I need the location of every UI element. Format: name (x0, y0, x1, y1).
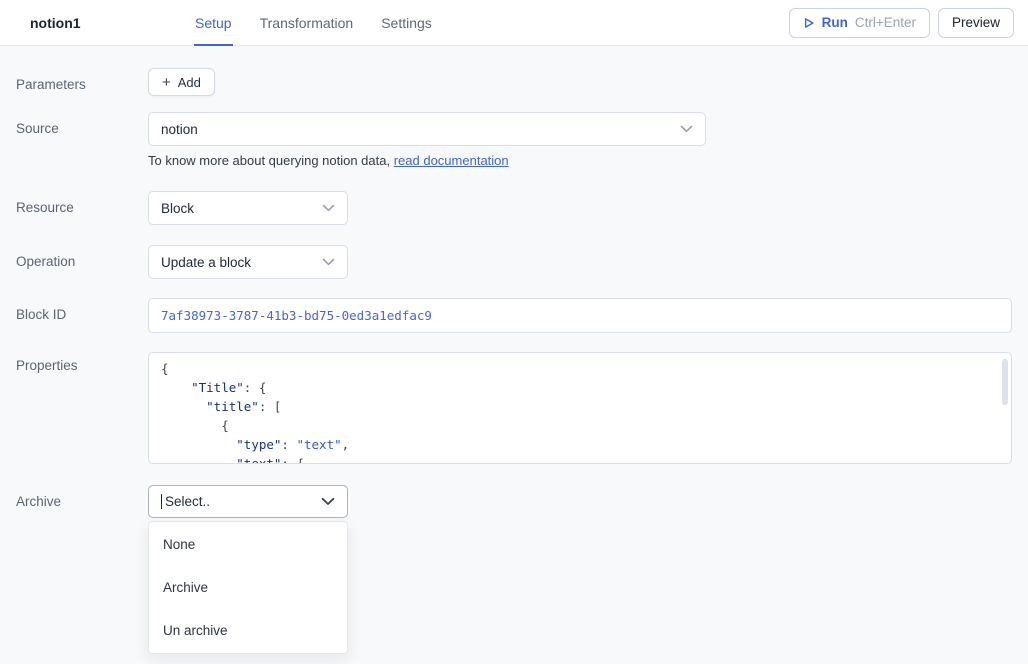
archive-option-un-archive[interactable]: Un archive (149, 609, 347, 652)
resource-select-value: Block (161, 201, 194, 216)
tab-setup[interactable]: Setup (194, 0, 233, 45)
block-id-label: Block ID (16, 298, 148, 322)
run-label: Run (822, 15, 848, 30)
parameters-row: Parameters + Add (16, 68, 1012, 96)
archive-row: Archive Select.. NoneArchiveUn archive (16, 485, 1012, 654)
resource-select[interactable]: Block (148, 191, 348, 225)
setup-form: Parameters + Add Source notion To kno (0, 46, 1028, 654)
read-documentation-link[interactable]: read documentation (394, 153, 509, 168)
query-header: notion1 Setup Transformation Settings Ru… (0, 0, 1028, 46)
block-id-input[interactable] (148, 298, 1012, 333)
run-shortcut: Ctrl+Enter (855, 15, 916, 30)
chevron-down-icon (321, 497, 335, 506)
add-parameter-button[interactable]: + Add (148, 68, 215, 96)
source-row: Source notion To know more about queryin… (16, 112, 1012, 168)
tab-transformation[interactable]: Transformation (259, 0, 355, 45)
resource-row: Resource Block (16, 191, 1012, 225)
operation-label: Operation (16, 245, 148, 269)
source-select-value: notion (161, 122, 198, 137)
properties-row: Properties { "Title": { "title": [ { "ty… (16, 352, 1012, 464)
run-button[interactable]: Run Ctrl+Enter (789, 8, 930, 38)
archive-select[interactable]: Select.. (148, 485, 348, 518)
tab-settings[interactable]: Settings (380, 0, 433, 45)
editor-scrollbar[interactable] (1002, 359, 1008, 405)
archive-option-archive[interactable]: Archive (149, 566, 347, 609)
source-helper-text: To know more about querying notion data,… (148, 153, 1012, 168)
archive-label: Archive (16, 485, 148, 509)
archive-options-menu: NoneArchiveUn archive (148, 521, 348, 654)
archive-option-none[interactable]: None (149, 523, 347, 566)
resource-label: Resource (16, 191, 148, 215)
add-parameter-label: Add (178, 75, 201, 90)
properties-label: Properties (16, 352, 148, 373)
source-label: Source (16, 112, 148, 136)
chevron-down-icon (680, 125, 693, 133)
play-icon (803, 17, 815, 29)
query-name[interactable]: notion1 (30, 0, 180, 45)
parameters-label: Parameters (16, 68, 148, 92)
block-id-row: Block ID (16, 298, 1012, 333)
operation-select[interactable]: Update a block (148, 245, 348, 279)
preview-button[interactable]: Preview (938, 8, 1014, 38)
tab-bar: Setup Transformation Settings (194, 0, 433, 45)
chevron-down-icon (322, 258, 335, 266)
query-editor-panel: notion1 Setup Transformation Settings Ru… (0, 0, 1028, 654)
operation-row: Operation Update a block (16, 245, 1012, 279)
properties-code-editor[interactable]: { "Title": { "title": [ { "type": "text"… (148, 352, 1012, 464)
source-select[interactable]: notion (148, 112, 706, 146)
operation-select-value: Update a block (161, 255, 251, 270)
properties-code: { "Title": { "title": [ { "type": "text"… (161, 359, 999, 464)
chevron-down-icon (322, 204, 335, 212)
source-helper-prefix: To know more about querying notion data, (148, 153, 394, 168)
plus-icon: + (162, 75, 171, 90)
header-actions: Run Ctrl+Enter Preview (789, 0, 1014, 45)
archive-select-value: Select.. (161, 494, 210, 510)
text-cursor (161, 494, 162, 509)
